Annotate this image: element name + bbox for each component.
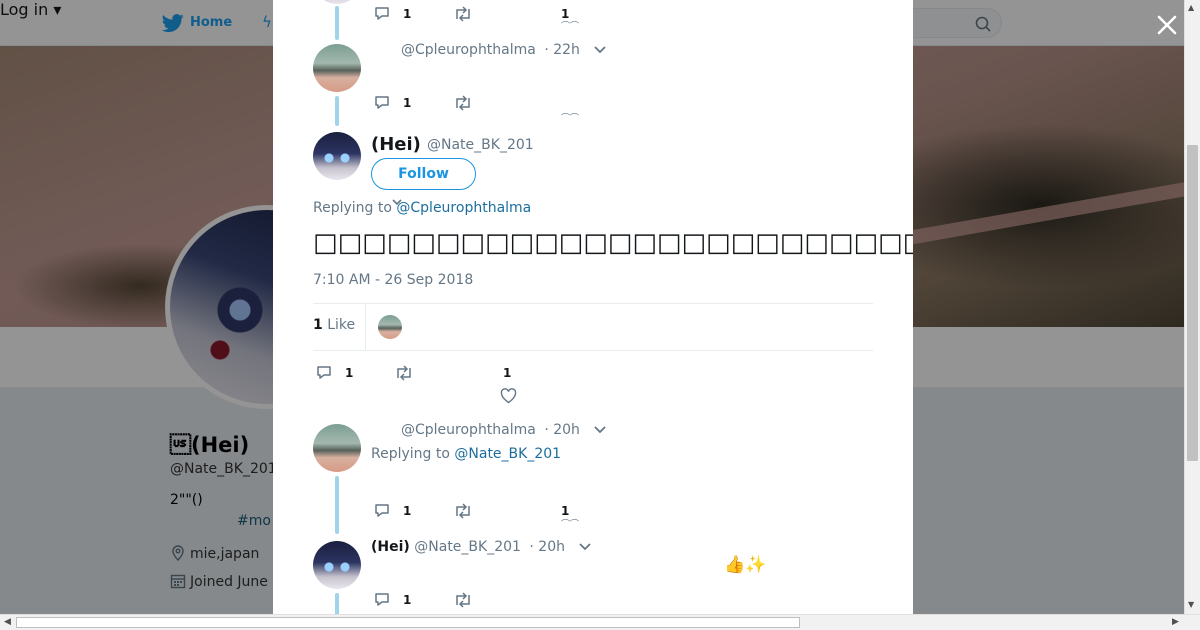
avatar[interactable] xyxy=(313,44,361,92)
reply-icon xyxy=(375,504,389,517)
retweet-icon xyxy=(456,95,470,111)
heart-icon[interactable]: ⌒⌒ xyxy=(561,115,579,124)
vertical-scrollbar[interactable]: ▲ ▼ xyxy=(1184,0,1200,614)
follow-button[interactable]: Follow xyxy=(371,158,476,190)
heart-icon[interactable]: ⌒⌒ xyxy=(561,521,579,530)
tweet-author-name[interactable]: (Hei) xyxy=(371,539,410,555)
reply-count: 1 xyxy=(403,7,412,21)
tweet-timestamp[interactable]: 7:10 AM - 26 Sep 2018 xyxy=(313,272,473,288)
tweet-header: @Cpleurophthalma · 22h xyxy=(401,42,606,58)
scrollbar-thumb[interactable] xyxy=(1187,145,1198,461)
heart-icon[interactable] xyxy=(500,388,517,404)
tweet-header: (Hei) @Nate_BK_201 · 20h xyxy=(371,539,592,555)
reply-count: 1 xyxy=(403,504,412,518)
tweet-time[interactable]: · 22h xyxy=(544,42,580,58)
likes-summary[interactable]: 1 Like xyxy=(313,317,355,333)
avatar[interactable] xyxy=(313,541,361,589)
author-name[interactable]: (Hei) xyxy=(371,134,421,155)
like-count: 1 xyxy=(503,366,512,380)
scroll-up-arrow[interactable]: ▲ xyxy=(1188,3,1194,12)
replying-to: Replying to @Cpleurophthalma xyxy=(313,200,531,216)
like-count: 1 xyxy=(561,7,570,21)
reply-button[interactable]: 1 xyxy=(373,94,411,112)
retweet-button[interactable] xyxy=(453,591,473,609)
scroll-right-arrow[interactable]: ▶ xyxy=(1172,617,1179,627)
retweet-icon xyxy=(397,365,411,381)
retweet-button[interactable] xyxy=(453,94,473,112)
reply-icon xyxy=(375,593,389,606)
tweet-emoji: 👍✨ xyxy=(724,555,767,575)
retweet-icon xyxy=(456,503,470,519)
like-count: 1 xyxy=(561,504,570,518)
author-handle[interactable]: @Nate_BK_201 xyxy=(427,137,534,153)
retweet-button[interactable] xyxy=(453,502,473,520)
divider xyxy=(313,303,873,304)
thread-connector xyxy=(335,593,339,614)
retweet-button[interactable] xyxy=(453,5,473,23)
divider xyxy=(313,350,873,351)
tweet-header: @Cpleurophthalma · 20h xyxy=(401,422,606,438)
replying-prefix: Replying to xyxy=(371,446,450,462)
chevron-down-icon[interactable] xyxy=(594,46,606,54)
chevron-down-icon[interactable] xyxy=(594,426,606,434)
reply-button[interactable]: 1 xyxy=(315,364,353,382)
tweet-handle[interactable]: @Cpleurophthalma xyxy=(401,422,536,438)
reply-count: 1 xyxy=(345,366,354,380)
reply-count: 1 xyxy=(403,593,412,607)
horizontal-scrollbar[interactable]: ◀ ▶ xyxy=(0,614,1200,630)
thread-connector xyxy=(335,476,339,534)
retweet-button[interactable] xyxy=(394,364,414,382)
reply-icon xyxy=(375,96,389,109)
liker-avatar[interactable] xyxy=(378,315,402,339)
replying-to-link[interactable]: @Nate_BK_201 xyxy=(454,446,561,462)
reply-icon xyxy=(375,7,389,20)
replying-to-link[interactable]: @Cpleurophthalma xyxy=(396,200,531,216)
replying-to: Replying to @Nate_BK_201 xyxy=(371,446,561,462)
author-avatar[interactable] xyxy=(313,132,361,180)
scroll-left-arrow[interactable]: ◀ xyxy=(4,617,11,627)
reply-icon xyxy=(317,366,331,379)
replying-prefix: Replying to xyxy=(313,200,392,216)
reply-button[interactable]: 1 xyxy=(373,591,411,609)
likes-count: 1 xyxy=(313,317,323,333)
avatar[interactable] xyxy=(313,424,361,472)
reply-count: 1 xyxy=(403,96,412,110)
tweet-text: □□□□□□□□□□□□□□□□□□□□□□□□□□□□□□□□□□□□□□□□… xyxy=(313,228,913,258)
retweet-icon xyxy=(456,6,470,22)
reply-button[interactable]: 1 xyxy=(373,502,411,520)
divider xyxy=(365,304,366,350)
tweet-time[interactable]: · 20h xyxy=(529,539,565,555)
tweet-permalink-modal: 1 1 ⌒⌒ @Cpleurophthalma · 22h 1 ⌒⌒ (Hei)… xyxy=(273,0,913,614)
close-icon[interactable] xyxy=(1154,12,1180,38)
heart-icon[interactable]: ⌒⌒ xyxy=(561,23,579,32)
tweet-handle[interactable]: @Nate_BK_201 xyxy=(414,539,521,555)
retweet-icon xyxy=(456,592,470,608)
avatar[interactable] xyxy=(313,0,361,4)
scrollbar-thumb[interactable] xyxy=(16,617,800,628)
thread-connector xyxy=(335,6,339,40)
likes-label: Like xyxy=(327,317,356,333)
reply-button[interactable]: 1 xyxy=(373,5,411,23)
thread-connector xyxy=(335,96,339,126)
chevron-down-icon[interactable] xyxy=(579,543,592,551)
tweet-handle[interactable]: @Cpleurophthalma xyxy=(401,42,536,58)
scroll-down-arrow[interactable]: ▼ xyxy=(1188,600,1194,609)
tweet-time[interactable]: · 20h xyxy=(544,422,580,438)
